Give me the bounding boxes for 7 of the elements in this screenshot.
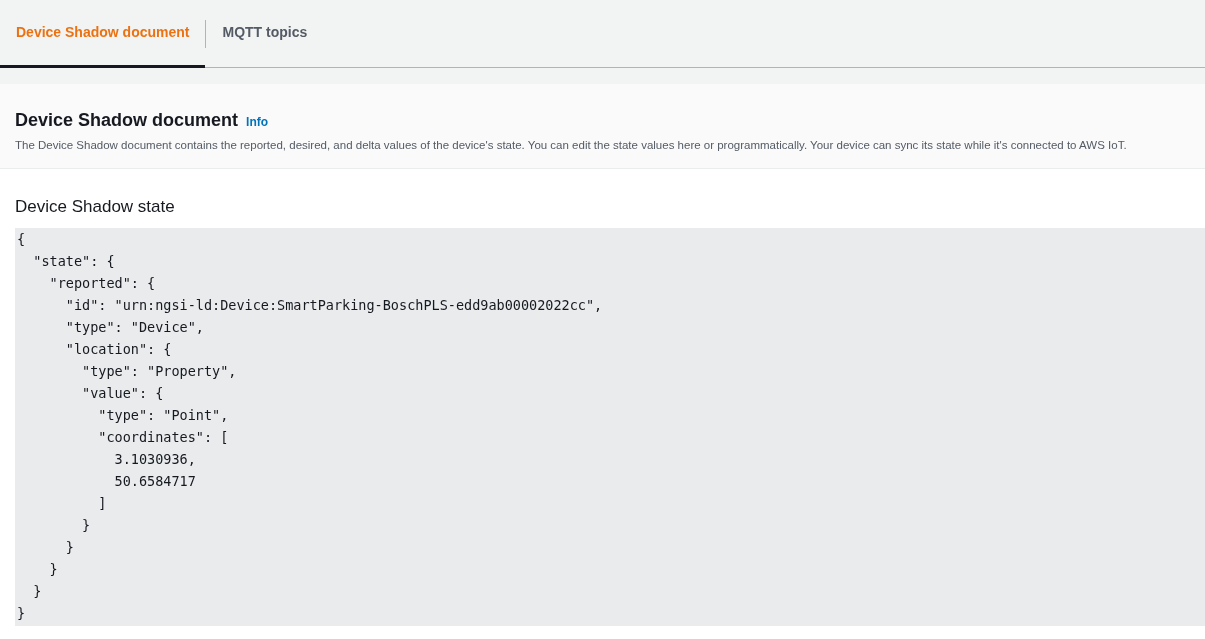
- code-block: { "state": { "reported": { "id": "urn:ngsi-ld:Device:SmartParking-BoschPLS-edd9ab00002022cc", "type": "Device", "location": { "type": "Property", "value": { "type": "Point", "coordinates": [ 3.1030936, 50.6584717 ] } } } } }: [15, 227, 1205, 626]
- info-link[interactable]: Info: [246, 113, 269, 131]
- section-description: The Device Shadow document contains the reported, desired, and delta values of the device's state. You can edit the state values here or programmatically. Your device can sync its state while it's connected to AWS IoT.: [15, 138, 1128, 153]
- section-title: Device Shadow document: [15, 109, 239, 132]
- tab[interactable]: Device Shadow document: [0, 0, 206, 68]
- tab[interactable]: MQTT topics: [206, 0, 324, 68]
- state-title: Device Shadow state: [15, 196, 176, 219]
